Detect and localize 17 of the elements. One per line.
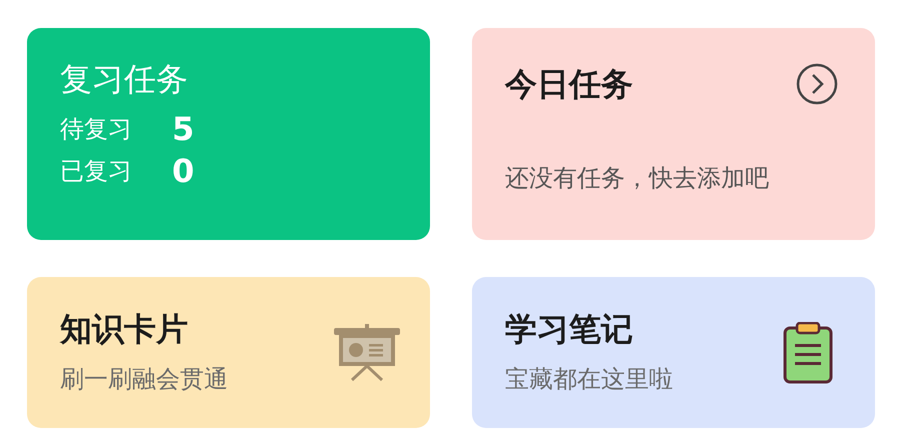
- empty-message: 还没有任务，快去添加吧: [505, 163, 770, 194]
- stat-value: 5: [172, 110, 194, 148]
- chevron-circle-icon[interactable]: [795, 62, 839, 106]
- card-title: 复习任务: [60, 60, 189, 98]
- stat-label: 待复习: [60, 114, 132, 146]
- card-title: 今日任务: [505, 64, 633, 104]
- card-subtitle: 宝藏都在这里啦: [505, 364, 673, 395]
- task-card[interactable]: 今日任务 还没有任务，快去添加吧: [472, 28, 875, 240]
- presentation-board-icon: [334, 324, 400, 382]
- stat-value: 0: [172, 152, 194, 190]
- card-subtitle: 刷一刷融会贯通: [60, 364, 228, 395]
- card-title: 学习笔记: [505, 310, 634, 349]
- feature-card[interactable]: 学习笔记 宝藏都在这里啦: [472, 277, 875, 428]
- card-title: 知识卡片: [60, 310, 189, 349]
- feature-card[interactable]: 知识卡片 刷一刷融会贯通: [27, 277, 430, 428]
- clipboard-icon: [783, 322, 833, 384]
- stat-label: 已复习: [60, 156, 132, 188]
